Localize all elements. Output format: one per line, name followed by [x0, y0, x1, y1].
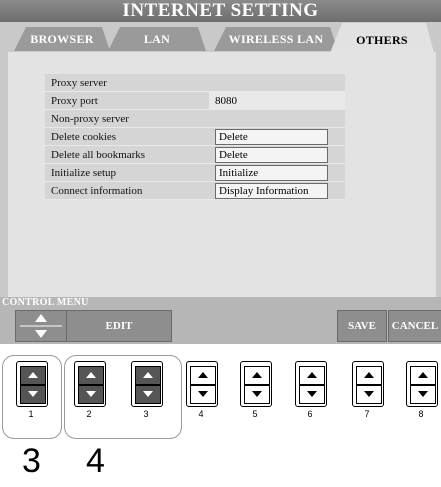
down-arrow-icon — [86, 391, 96, 397]
setting-row-proxy-port[interactable]: Proxy port 8080 — [45, 91, 345, 110]
hw-button-number: 2 — [86, 409, 92, 419]
up-arrow-icon — [418, 372, 428, 378]
tab-lan[interactable]: LAN — [108, 27, 206, 51]
setting-value[interactable] — [209, 109, 345, 128]
delete-bookmarks-button[interactable]: Delete — [215, 146, 328, 163]
hw-down-button[interactable] — [356, 385, 382, 404]
delete-cookies-button[interactable]: Delete — [215, 128, 328, 145]
setting-label: Initialize setup — [45, 163, 209, 182]
cancel-button[interactable]: CANCEL — [388, 310, 441, 342]
hw-button-number: 5 — [252, 409, 258, 419]
up-arrow-icon — [198, 372, 208, 378]
hw-up-button[interactable] — [190, 366, 216, 385]
save-button[interactable]: SAVE — [337, 310, 387, 342]
hw-down-button[interactable] — [410, 385, 436, 404]
hw-button-number: 3 — [143, 409, 149, 419]
hw-button-4[interactable]: 4 — [186, 361, 218, 423]
down-arrow-icon — [307, 391, 317, 397]
setting-row-non-proxy-server[interactable]: Non-proxy server — [45, 109, 345, 128]
edit-button[interactable]: EDIT — [66, 310, 172, 342]
tab-strip: BROWSER LAN WIRELESS LAN OTHERS — [0, 17, 441, 55]
settings-table: Proxy server Proxy port 8080 Non-proxy s… — [45, 74, 345, 200]
setting-label: Proxy port — [45, 91, 209, 110]
hw-up-button[interactable] — [299, 366, 325, 385]
hw-up-button[interactable] — [244, 366, 270, 385]
setting-row-delete-cookies[interactable]: Delete cookies Delete — [45, 127, 345, 146]
up-down-arrows-button[interactable] — [15, 310, 67, 342]
down-arrow-icon — [28, 391, 38, 397]
hw-button-number: 6 — [307, 409, 313, 419]
step-label-4: 4 — [86, 442, 105, 480]
hw-up-button[interactable] — [356, 366, 382, 385]
up-down-arrow-icon — [20, 314, 62, 338]
hw-up-button[interactable] — [78, 366, 104, 385]
hw-down-button[interactable] — [299, 385, 325, 404]
hw-button-6[interactable]: 6 — [295, 361, 327, 423]
down-arrow-icon — [143, 391, 153, 397]
setting-label: Delete all bookmarks — [45, 145, 209, 164]
hw-button-3[interactable]: 3 — [131, 361, 163, 423]
initialize-button[interactable]: Initialize — [215, 164, 328, 181]
up-arrow-icon — [143, 372, 153, 378]
down-arrow-icon — [364, 391, 374, 397]
control-menu-label: CONTROL MENU — [2, 297, 89, 308]
setting-value[interactable] — [209, 74, 345, 92]
step-label-3: 3 — [22, 442, 41, 480]
hw-down-button[interactable] — [190, 385, 216, 404]
setting-label: Non-proxy server — [45, 109, 209, 128]
hw-button-number: 8 — [418, 409, 424, 419]
hw-button-number: 7 — [364, 409, 370, 419]
control-menu-bar: CONTROL MENU EDIT SAVE CANCEL — [0, 297, 441, 344]
hw-up-button[interactable] — [20, 366, 46, 385]
up-arrow-icon — [307, 372, 317, 378]
hw-button-1[interactable]: 1 — [16, 361, 48, 423]
up-arrow-icon — [364, 372, 374, 378]
hw-button-7[interactable]: 7 — [352, 361, 384, 423]
lcd-screen: INTERNET SETTING BROWSER LAN WIRELESS LA… — [0, 0, 441, 344]
setting-row-proxy-server[interactable]: Proxy server — [45, 74, 345, 92]
tab-browser[interactable]: BROWSER — [14, 27, 110, 51]
up-arrow-icon — [252, 372, 262, 378]
hw-button-number: 1 — [28, 409, 34, 419]
hw-button-5[interactable]: 5 — [240, 361, 272, 423]
down-arrow-icon — [252, 391, 262, 397]
hw-down-button[interactable] — [244, 385, 270, 404]
hw-button-8[interactable]: 8 — [406, 361, 438, 423]
display-information-button[interactable]: Display Information — [215, 182, 328, 199]
hw-down-button[interactable] — [20, 385, 46, 404]
tab-others[interactable]: OTHERS — [330, 23, 434, 53]
setting-row-connect-information[interactable]: Connect information Display Information — [45, 181, 345, 200]
setting-label: Delete cookies — [45, 127, 209, 146]
hw-up-button[interactable] — [410, 366, 436, 385]
hw-down-button[interactable] — [78, 385, 104, 404]
setting-label: Connect information — [45, 181, 209, 200]
up-arrow-icon — [28, 372, 38, 378]
down-arrow-icon — [198, 391, 208, 397]
hw-button-number: 4 — [198, 409, 204, 419]
hw-down-button[interactable] — [135, 385, 161, 404]
up-arrow-icon — [86, 372, 96, 378]
tab-wireless-lan[interactable]: WIRELESS LAN — [214, 27, 338, 51]
hw-up-button[interactable] — [135, 366, 161, 385]
setting-row-initialize-setup[interactable]: Initialize setup Initialize — [45, 163, 345, 182]
setting-value[interactable]: 8080 — [209, 91, 345, 110]
setting-label: Proxy server — [45, 74, 209, 92]
down-arrow-icon — [418, 391, 428, 397]
setting-row-delete-bookmarks[interactable]: Delete all bookmarks Delete — [45, 145, 345, 164]
hw-button-2[interactable]: 2 — [74, 361, 106, 423]
